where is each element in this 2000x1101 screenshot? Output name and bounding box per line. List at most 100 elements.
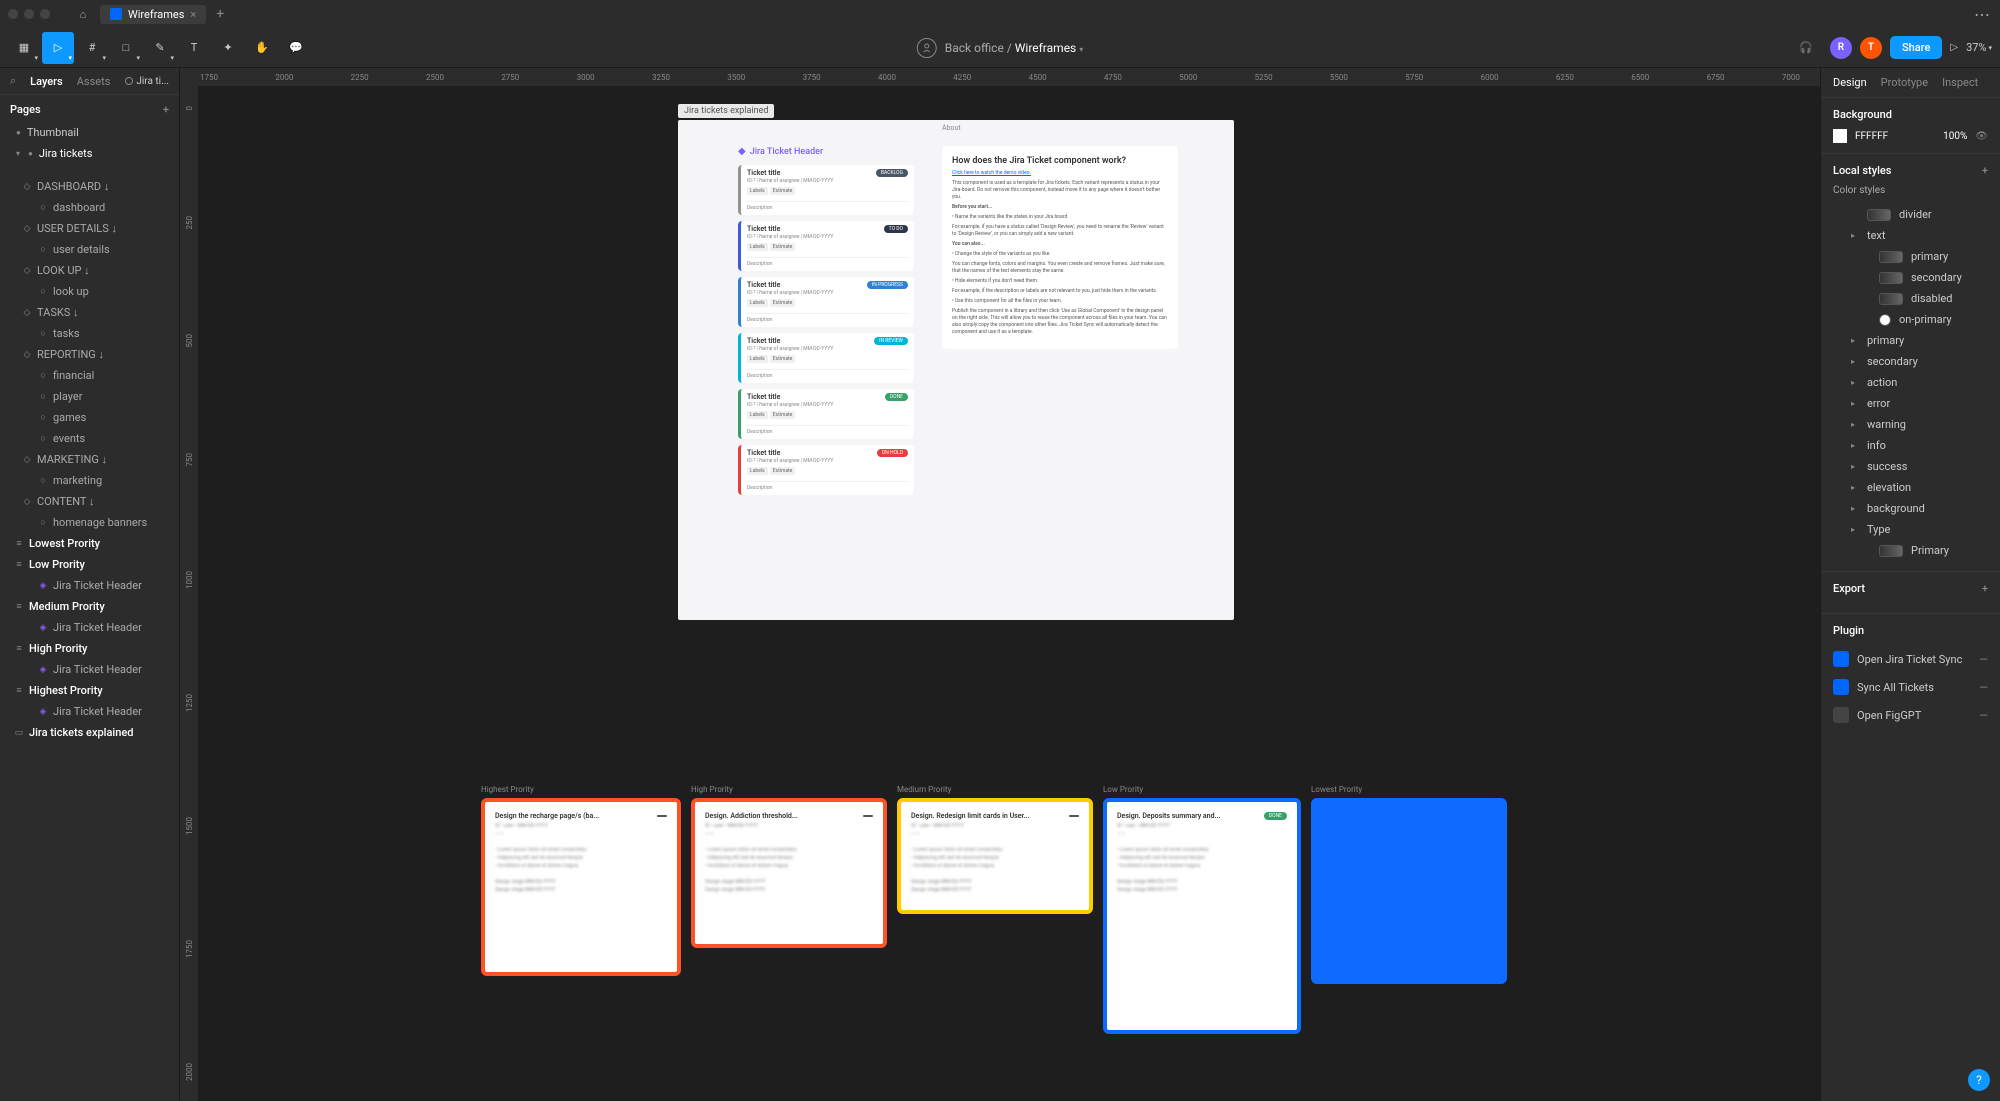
priority-label[interactable]: Low Prority xyxy=(1103,785,1301,795)
style-item[interactable]: secondary xyxy=(1833,267,1988,288)
layer-item[interactable]: ○player xyxy=(0,386,179,407)
layer-item[interactable]: ≡Low Prority xyxy=(0,554,179,575)
add-style-icon[interactable]: + xyxy=(1982,164,1988,177)
style-item[interactable]: ▸ action xyxy=(1833,372,1988,393)
layer-item[interactable]: ◇USER DETAILS ↓ xyxy=(0,218,179,239)
style-item[interactable]: ▸ primary xyxy=(1833,330,1988,351)
headphones-icon[interactable]: 🎧 xyxy=(1790,32,1822,64)
style-item[interactable]: ▸ success xyxy=(1833,456,1988,477)
bg-opacity[interactable]: 100% xyxy=(1943,131,1967,142)
priority-frame[interactable] xyxy=(1311,798,1507,984)
about-box[interactable]: How does the Jira Ticket component work?… xyxy=(942,146,1178,349)
style-item[interactable]: ▸ secondary xyxy=(1833,351,1988,372)
style-item[interactable]: on-primary xyxy=(1833,309,1988,330)
present-icon[interactable]: ▷ xyxy=(1950,42,1958,53)
layer-item[interactable]: ○tasks xyxy=(0,323,179,344)
plugin-item[interactable]: Open FigGPT— xyxy=(1833,701,1988,729)
layer-item[interactable]: ◈Jira Ticket Header xyxy=(0,701,179,722)
about-link[interactable]: Click here to watch the demo video. xyxy=(952,170,1168,176)
help-button[interactable]: ? xyxy=(1968,1069,1990,1091)
plugin-item[interactable]: Open Jira Ticket Sync— xyxy=(1833,645,1988,673)
style-item[interactable]: primary xyxy=(1833,246,1988,267)
layer-item[interactable]: ○look up xyxy=(0,281,179,302)
move-tool[interactable]: ▷▾ xyxy=(42,32,74,64)
style-item[interactable]: divider xyxy=(1833,204,1988,225)
priority-label[interactable]: High Prority xyxy=(691,785,887,795)
style-item[interactable]: ▸ warning xyxy=(1833,414,1988,435)
share-button[interactable]: Share xyxy=(1890,36,1942,59)
canvas[interactable]: Jira tickets explained ◆ Jira Ticket Hea… xyxy=(198,86,1820,1101)
page-item[interactable]: ●Jira tickets xyxy=(10,143,169,164)
bg-swatch[interactable] xyxy=(1833,129,1847,143)
breadcrumb-root[interactable]: Back office xyxy=(945,41,1004,55)
priority-label[interactable]: Lowest Prority xyxy=(1311,785,1507,795)
priority-frame[interactable]: Design. Deposits summary and...DONE ID •… xyxy=(1103,798,1301,1034)
frame-tool[interactable]: #▾ xyxy=(76,32,108,64)
pen-tool[interactable]: ✎▾ xyxy=(144,32,176,64)
ticket-card[interactable]: Ticket titleIN REVIEW ID-? | Name of ass… xyxy=(738,333,914,383)
ticket-card[interactable]: Ticket titleIN PROGRESS ID-? | Name of a… xyxy=(738,277,914,327)
style-item[interactable]: ▸ background xyxy=(1833,498,1988,519)
layer-item[interactable]: ○events xyxy=(0,428,179,449)
plugin-item[interactable]: Sync All Tickets— xyxy=(1833,673,1988,701)
priority-label[interactable]: Highest Prority xyxy=(481,785,681,795)
layer-item[interactable]: ▭Jira tickets explained xyxy=(0,722,179,743)
priority-label[interactable]: Medium Prority xyxy=(897,785,1093,795)
text-tool[interactable]: T xyxy=(178,32,210,64)
overflow-menu-icon[interactable]: ⋯ xyxy=(1974,5,1992,24)
layer-item[interactable]: ○user details xyxy=(0,239,179,260)
search-icon[interactable]: ⌕ xyxy=(10,74,16,88)
component-header[interactable]: ◆ Jira Ticket Header xyxy=(738,146,914,157)
frame-label[interactable]: Jira tickets explained xyxy=(678,104,774,118)
shape-tool[interactable]: □▾ xyxy=(110,32,142,64)
layer-item[interactable]: ◈Jira Ticket Header xyxy=(0,575,179,596)
frame-jira-explained[interactable]: Jira tickets explained ◆ Jira Ticket Hea… xyxy=(678,120,1234,620)
tab-prototype[interactable]: Prototype xyxy=(1881,76,1928,89)
ticket-card[interactable]: Ticket titleBACKLOG ID-? | Name of assig… xyxy=(738,165,914,215)
layer-item[interactable]: ◇LOOK UP ↓ xyxy=(0,260,179,281)
layer-item[interactable]: ◇TASKS ↓ xyxy=(0,302,179,323)
priority-card[interactable]: Design. Deposits summary and...DONE ID •… xyxy=(1111,806,1293,900)
home-icon[interactable]: ⌂ xyxy=(70,2,96,26)
user-avatar-t[interactable]: T xyxy=(1860,37,1882,59)
resources-tool[interactable]: ✦ xyxy=(212,32,244,64)
priority-frame[interactable]: Design the recharge page/s (ba... ID • u… xyxy=(481,798,681,976)
style-item[interactable]: ▸ Type xyxy=(1833,519,1988,540)
layer-item[interactable]: ◇CONTENT ↓ xyxy=(0,491,179,512)
menu-tool[interactable]: ▦▾ xyxy=(8,32,40,64)
user-avatar-r[interactable]: R xyxy=(1830,37,1852,59)
layer-item[interactable]: ◇DASHBOARD ↓ xyxy=(0,176,179,197)
style-item[interactable]: ▸ error xyxy=(1833,393,1988,414)
layer-item[interactable]: ○games xyxy=(0,407,179,428)
visible-icon[interactable]: 👁 xyxy=(1975,131,1988,142)
style-item[interactable]: disabled xyxy=(1833,288,1988,309)
tab-inspect[interactable]: Inspect xyxy=(1942,76,1978,89)
team-icon[interactable] xyxy=(917,38,937,58)
add-tab-button[interactable]: + xyxy=(210,6,230,22)
hand-tool[interactable]: ✋ xyxy=(246,32,278,64)
layer-item[interactable]: ○homenage banners xyxy=(0,512,179,533)
page-chip[interactable]: Jira ti... xyxy=(125,76,169,87)
layer-item[interactable]: ◇REPORTING ↓ xyxy=(0,344,179,365)
zoom-control[interactable]: 37%▾ xyxy=(1966,41,1992,54)
style-item[interactable]: ▸ info xyxy=(1833,435,1988,456)
ticket-card[interactable]: Ticket titleON HOLD ID-? | Name of assig… xyxy=(738,445,914,495)
ticket-card[interactable]: Ticket titleTO DO ID-? | Name of assigne… xyxy=(738,221,914,271)
close-icon[interactable]: × xyxy=(190,8,196,21)
layer-item[interactable]: ◇MARKETING ↓ xyxy=(0,449,179,470)
page-item[interactable]: ●Thumbnail xyxy=(10,122,169,143)
style-item[interactable]: ▸ elevation xyxy=(1833,477,1988,498)
tab-assets[interactable]: Assets xyxy=(77,75,111,88)
layer-item[interactable]: ○financial xyxy=(0,365,179,386)
layer-item[interactable]: ≡Lowest Prority xyxy=(0,533,179,554)
priority-card[interactable]: Design. Redesign limit cards in User... … xyxy=(905,806,1085,900)
layer-item[interactable]: ◈Jira Ticket Header xyxy=(0,659,179,680)
priority-frame[interactable]: Design. Addiction threshold... ID • user… xyxy=(691,798,887,948)
priority-frame[interactable]: Design. Redesign limit cards in User... … xyxy=(897,798,1093,914)
layer-item[interactable]: ○marketing xyxy=(0,470,179,491)
priority-card[interactable]: Design the recharge page/s (ba... ID • u… xyxy=(489,806,673,900)
style-item[interactable]: ▸ text xyxy=(1833,225,1988,246)
add-export-icon[interactable]: + xyxy=(1982,582,1988,595)
bg-hex[interactable]: FFFFFF xyxy=(1855,131,1888,142)
add-page-button[interactable]: + xyxy=(163,103,169,116)
